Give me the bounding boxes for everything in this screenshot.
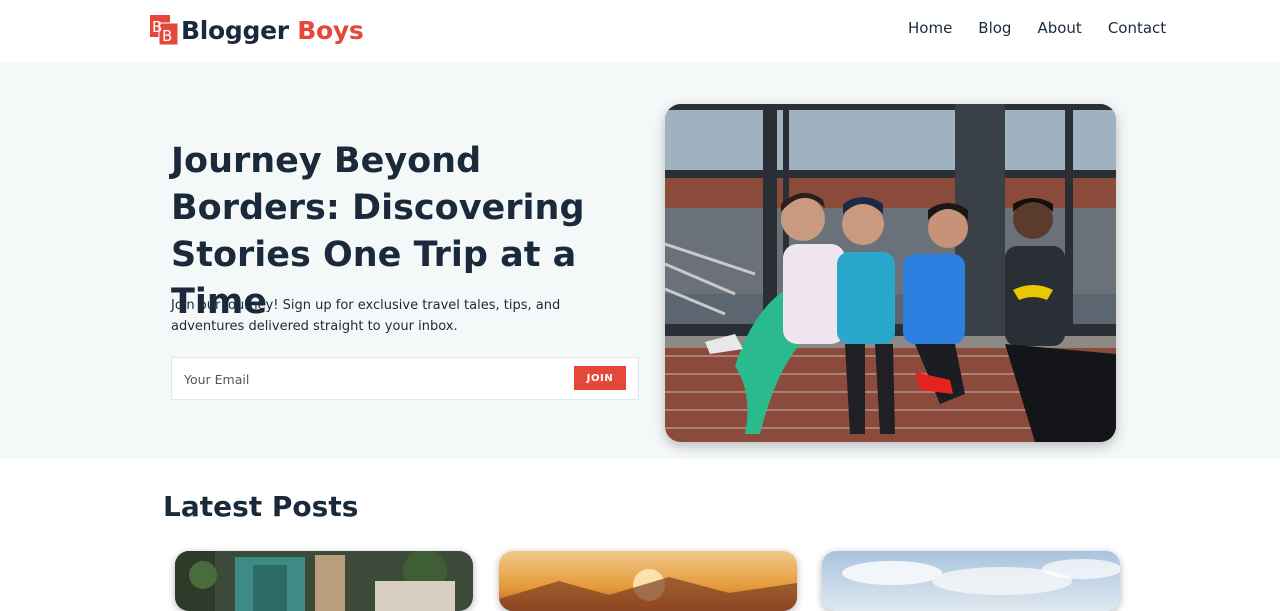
email-input[interactable] xyxy=(184,368,564,390)
site-header: B B Blogger Boys Home Blog About Contact xyxy=(0,0,1280,62)
hero-section: Journey Beyond Borders: Discovering Stor… xyxy=(0,62,1280,459)
nav-about[interactable]: About xyxy=(1037,19,1081,37)
brand-name-accent: Boys xyxy=(297,15,364,45)
post-card[interactable] xyxy=(175,551,473,611)
newsletter-form: JOIN xyxy=(171,357,639,400)
nav-blog[interactable]: Blog xyxy=(978,19,1011,37)
hero-subtitle: Join our journey! Sign up for exclusive … xyxy=(171,298,561,334)
nav-home[interactable]: Home xyxy=(908,19,952,37)
post-card[interactable] xyxy=(499,551,797,611)
main-nav: Home Blog About Contact xyxy=(908,19,1166,37)
cloudy-sky-photo xyxy=(822,551,1120,611)
brand-name: Blogger Boys xyxy=(181,15,364,45)
brand-name-first: Blogger xyxy=(181,15,289,45)
latest-posts-title: Latest Posts xyxy=(163,490,359,523)
sunset-photo xyxy=(499,551,797,611)
logo[interactable]: B B Blogger Boys xyxy=(150,14,364,46)
friends-photo xyxy=(665,104,1116,442)
svg-text:B: B xyxy=(152,18,162,36)
join-button[interactable]: JOIN xyxy=(574,366,626,390)
svg-text:B: B xyxy=(162,27,172,45)
nav-contact[interactable]: Contact xyxy=(1108,19,1166,37)
courtyard-photo xyxy=(175,551,473,611)
post-card[interactable] xyxy=(822,551,1120,611)
hero-image xyxy=(665,104,1116,442)
bb-logo-icon: B B xyxy=(150,15,178,45)
